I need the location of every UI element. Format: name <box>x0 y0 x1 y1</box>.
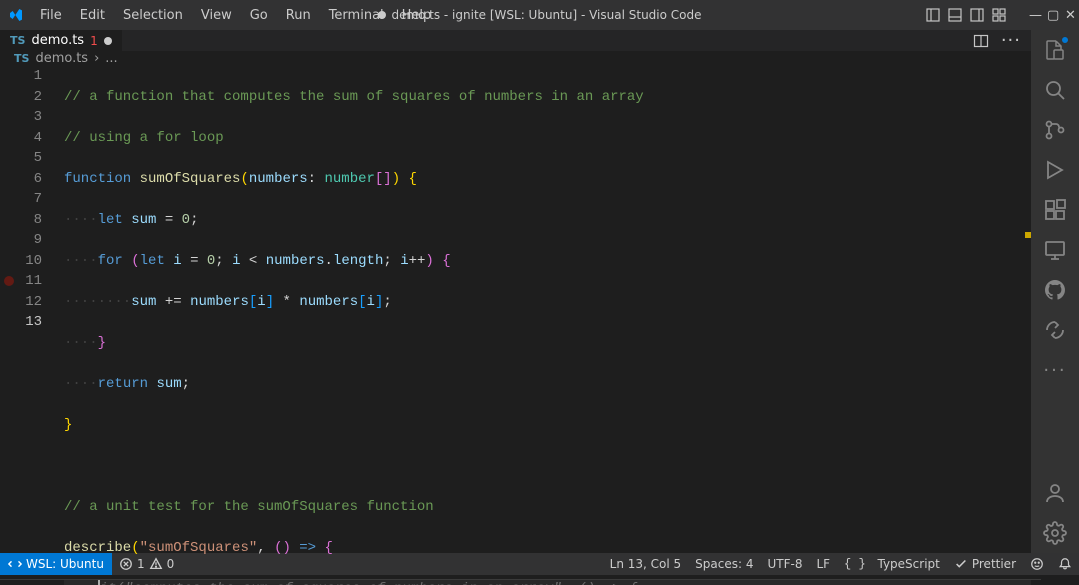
more-actions-icon[interactable]: ··· <box>1001 30 1021 51</box>
remote-explorer-icon[interactable] <box>1043 238 1067 262</box>
vscode-logo-icon <box>8 7 24 23</box>
window-title: demo.ts - ignite [WSL: Ubuntu] - Visual … <box>377 8 701 22</box>
split-editor-icon[interactable] <box>973 33 989 49</box>
extensions-icon[interactable] <box>1043 198 1067 222</box>
tab-demo-ts[interactable]: TS demo.ts 1 <box>0 30 123 51</box>
notifications-icon[interactable] <box>1051 557 1079 571</box>
menu-file[interactable]: File <box>32 4 70 27</box>
editor-body[interactable]: 12345678910111213 // a function that com… <box>0 66 1031 585</box>
breadcrumb[interactable]: TS demo.ts › ... <box>0 51 1031 66</box>
tab-bar: TS demo.ts 1 ··· <box>0 30 1031 51</box>
breakpoint-gutter[interactable] <box>0 66 18 585</box>
live-share-icon[interactable] <box>1043 318 1067 342</box>
additional-views-icon[interactable]: ··· <box>1043 358 1067 382</box>
settings-gear-icon[interactable] <box>1043 521 1067 545</box>
layout-controls <box>925 7 1007 23</box>
source-control-icon[interactable] <box>1043 118 1067 142</box>
activity-bar: ··· <box>1031 30 1079 553</box>
toggle-primary-sidebar-icon[interactable] <box>925 7 941 23</box>
explorer-badge <box>1061 36 1069 44</box>
breadcrumb-filename: demo.ts <box>35 51 88 66</box>
tab-problem-count: 1 <box>90 34 98 48</box>
modified-dot-icon <box>377 11 385 19</box>
maximize-button[interactable]: ▢ <box>1041 4 1053 27</box>
github-icon[interactable] <box>1043 278 1067 302</box>
breadcrumb-rest: ... <box>105 51 117 66</box>
toggle-secondary-sidebar-icon[interactable] <box>969 7 985 23</box>
close-button[interactable]: ✕ <box>1059 4 1071 27</box>
title-bar: File Edit Selection View Go Run Terminal… <box>0 0 1079 30</box>
code-content[interactable]: // a function that computes the sum of s… <box>60 66 1031 585</box>
tab-filename: demo.ts <box>31 33 84 48</box>
chevron-right-icon: › <box>94 51 99 66</box>
customize-layout-icon[interactable] <box>991 7 1007 23</box>
menu-edit[interactable]: Edit <box>72 4 113 27</box>
menu-go[interactable]: Go <box>242 4 276 27</box>
menu-selection[interactable]: Selection <box>115 4 191 27</box>
line-number-gutter: 12345678910111213 <box>18 66 60 585</box>
breakpoint-icon[interactable] <box>4 276 14 286</box>
typescript-file-icon: TS <box>10 34 25 47</box>
editor-area: TS demo.ts 1 ··· TS demo.ts › ... 123456… <box>0 30 1031 553</box>
accounts-icon[interactable] <box>1043 481 1067 505</box>
menu-view[interactable]: View <box>193 4 240 27</box>
menu-run[interactable]: Run <box>278 4 319 27</box>
tab-modified-dot-icon <box>104 37 112 45</box>
minimize-button[interactable]: — <box>1023 4 1035 27</box>
search-icon[interactable] <box>1043 78 1067 102</box>
minimap[interactable] <box>1017 87 1031 553</box>
run-debug-icon[interactable] <box>1043 158 1067 182</box>
toggle-panel-icon[interactable] <box>947 7 963 23</box>
typescript-file-icon: TS <box>14 52 29 65</box>
